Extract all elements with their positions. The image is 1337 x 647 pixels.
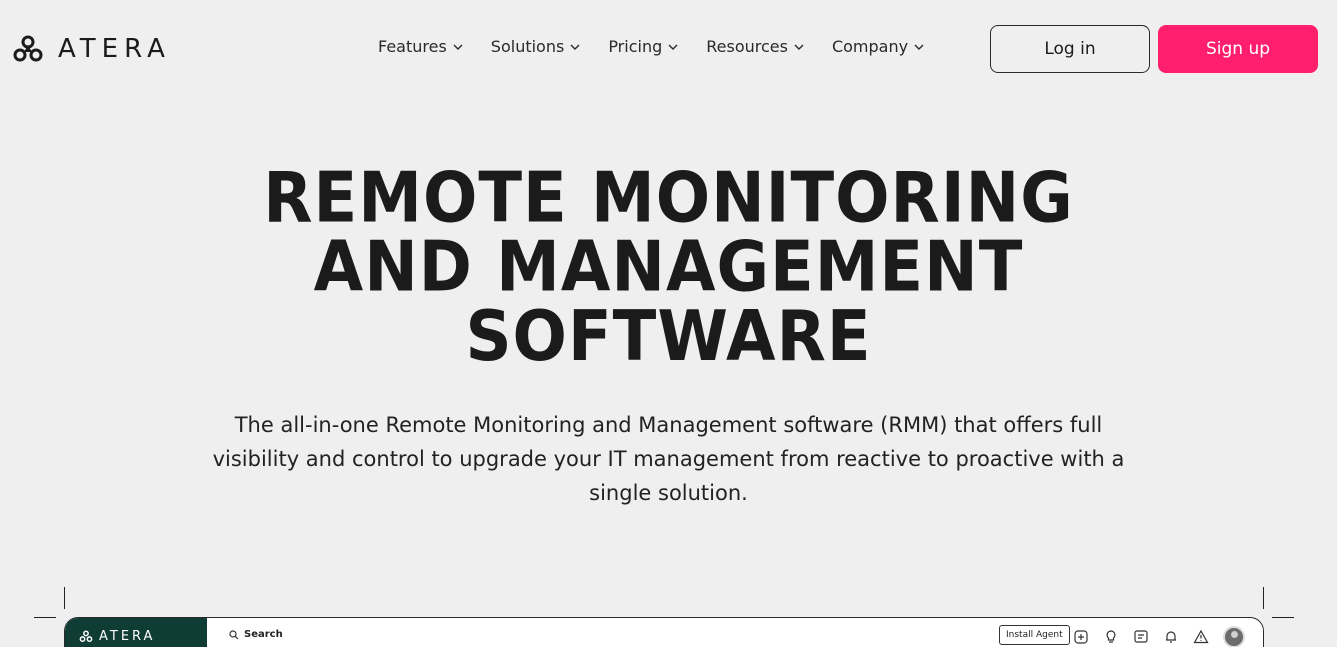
nav-solutions[interactable]: Solutions [491, 37, 581, 56]
nav-resources-label: Resources [706, 37, 788, 56]
chevron-down-icon [570, 44, 580, 50]
alert-icon[interactable] [1193, 629, 1209, 645]
search-icon [229, 629, 239, 639]
nav-company-label: Company [831, 37, 909, 56]
preview-search-label: Search [244, 629, 283, 640]
hero-title-line: AND MANAGEMENT [313, 228, 1024, 308]
chevron-down-icon [453, 44, 463, 50]
chat-icon[interactable] [1133, 629, 1149, 645]
chevron-down-icon [794, 44, 804, 50]
hero-title-line: SOFTWARE [465, 297, 872, 378]
guide-line-left-horizontal [34, 617, 56, 618]
lightbulb-icon[interactable] [1103, 629, 1119, 645]
brand-wordmark: ATERA [58, 34, 171, 64]
nav-pricing[interactable]: Pricing [608, 37, 678, 56]
hero-subtitle: The all-in-one Remote Monitoring and Man… [212, 413, 1125, 505]
atera-logo-icon [13, 35, 43, 62]
atera-logo-icon [79, 630, 93, 643]
add-icon[interactable] [1073, 629, 1089, 645]
guide-line-right [1263, 587, 1264, 609]
login-button[interactable]: Log in [990, 25, 1150, 73]
preview-search[interactable]: Search [229, 629, 283, 640]
nav-resources[interactable]: Resources [706, 37, 804, 56]
nav-pricing-label: Pricing [608, 37, 663, 56]
hero-title-line: REMOTE MONITORING [263, 158, 1074, 239]
chevron-down-icon [914, 44, 924, 50]
main-nav: Features Solutions Pricing Resources Com… [378, 37, 924, 56]
preview-sidebar: ATERA [65, 618, 207, 647]
nav-solutions-label: Solutions [490, 37, 565, 56]
preview-toolbar [1073, 626, 1245, 647]
avatar[interactable] [1223, 626, 1245, 647]
install-agent-button[interactable]: Install Agent [999, 625, 1070, 645]
nav-features[interactable]: Features [378, 37, 463, 56]
guide-line-left [64, 587, 65, 609]
nav-company[interactable]: Company [832, 37, 924, 56]
chevron-down-icon [668, 44, 678, 50]
preview-brand: ATERA [99, 629, 156, 644]
guide-line-right-horizontal [1272, 617, 1294, 618]
app-preview: ATERA Search Install Agent [64, 617, 1264, 647]
nav-features-label: Features [378, 37, 447, 56]
brand-logo[interactable]: ATERA [12, 34, 171, 64]
hero-title: REMOTE MONITORING AND MANAGEMENT SOFTWAR… [0, 164, 1337, 371]
bell-icon[interactable] [1163, 629, 1179, 645]
signup-button[interactable]: Sign up [1158, 25, 1318, 73]
